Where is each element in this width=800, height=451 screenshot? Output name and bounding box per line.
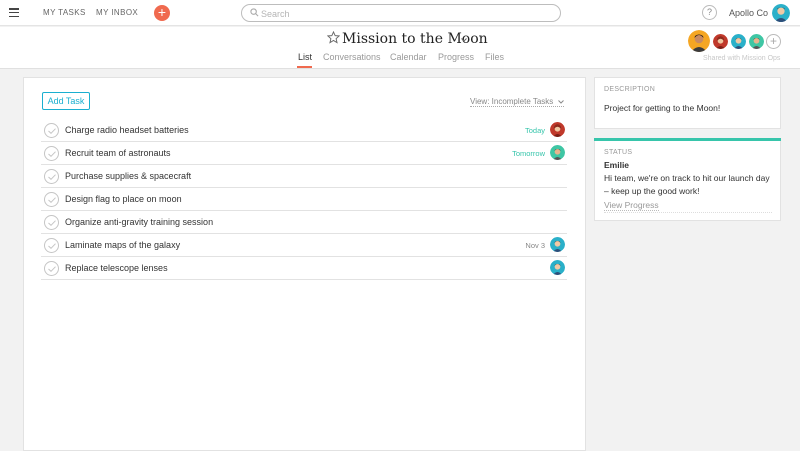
chevron-down-icon[interactable] bbox=[461, 38, 467, 42]
chevron-down-icon bbox=[557, 100, 564, 104]
member-avatar[interactable] bbox=[713, 34, 728, 49]
task-row[interactable]: Purchase supplies & spacecraft bbox=[41, 165, 567, 188]
help-button[interactable]: ? bbox=[702, 5, 717, 20]
checkmark-icon bbox=[48, 266, 56, 272]
search-icon bbox=[250, 8, 259, 17]
description-card: DESCRIPTION Project for getting to the M… bbox=[594, 77, 781, 129]
complete-checkbox[interactable] bbox=[44, 215, 59, 230]
complete-checkbox[interactable] bbox=[44, 192, 59, 207]
task-name: Charge radio headset batteries bbox=[65, 125, 189, 135]
top-bar: MY TASKS MY INBOX + ? Apollo Co bbox=[0, 0, 800, 26]
active-tab-indicator bbox=[297, 66, 312, 68]
checkmark-icon bbox=[48, 174, 56, 180]
assignee-avatar[interactable] bbox=[550, 145, 565, 160]
description-label: DESCRIPTION bbox=[604, 86, 656, 93]
quick-add-button[interactable]: + bbox=[154, 5, 170, 21]
task-due-date: Today bbox=[524, 126, 545, 135]
checkmark-icon bbox=[48, 151, 56, 157]
task-due-date: Tomorrow bbox=[512, 149, 545, 158]
tab-progress[interactable]: Progress bbox=[438, 52, 474, 62]
shared-with-note: Shared with Mission Ops bbox=[703, 55, 781, 62]
star-icon[interactable] bbox=[327, 31, 340, 44]
assignee-avatar[interactable] bbox=[550, 122, 565, 137]
assignee-avatar[interactable] bbox=[550, 260, 565, 275]
tab-conversations[interactable]: Conversations bbox=[323, 52, 381, 62]
search-bar[interactable] bbox=[241, 4, 561, 22]
status-color-bar bbox=[594, 138, 781, 141]
view-filter-label: View: Incomplete Tasks bbox=[470, 97, 554, 106]
project-header: Mission to the Moon List Conversations C… bbox=[0, 27, 800, 69]
checkmark-icon bbox=[48, 197, 56, 203]
tab-files[interactable]: Files bbox=[485, 52, 504, 62]
task-name: Laminate maps of the galaxy bbox=[65, 240, 181, 250]
divider bbox=[604, 212, 772, 213]
task-name: Organize anti-gravity training session bbox=[65, 217, 214, 227]
status-card: STATUS Emilie Hi team, we're on track to… bbox=[594, 138, 781, 221]
complete-checkbox[interactable] bbox=[44, 238, 59, 253]
task-list: Charge radio headset batteries Today Rec… bbox=[41, 119, 567, 280]
description-text[interactable]: Project for getting to the Moon! bbox=[604, 103, 720, 113]
user-avatar[interactable] bbox=[772, 4, 790, 22]
view-progress-link[interactable]: View Progress bbox=[604, 200, 659, 211]
status-text: Hi team, we're on track to hit our launc… bbox=[604, 173, 770, 196]
complete-checkbox[interactable] bbox=[44, 169, 59, 184]
tab-calendar[interactable]: Calendar bbox=[390, 52, 427, 62]
checkmark-icon bbox=[48, 220, 56, 226]
status-label: STATUS bbox=[604, 149, 633, 156]
assignee-avatar[interactable] bbox=[550, 237, 565, 252]
view-filter-dropdown[interactable]: View: Incomplete Tasks bbox=[470, 97, 564, 107]
task-row[interactable]: Recruit team of astronauts Tomorrow bbox=[41, 142, 567, 165]
member-avatar[interactable] bbox=[688, 30, 710, 52]
task-due-date: Nov 3 bbox=[525, 241, 545, 250]
organization-name[interactable]: Apollo Co bbox=[729, 8, 768, 18]
checkmark-icon bbox=[48, 128, 56, 134]
add-task-button[interactable]: Add Task bbox=[42, 92, 90, 110]
tab-list[interactable]: List bbox=[298, 52, 312, 62]
task-row[interactable]: Replace telescope lenses bbox=[41, 257, 567, 280]
task-name: Replace telescope lenses bbox=[65, 263, 168, 273]
complete-checkbox[interactable] bbox=[44, 261, 59, 276]
member-avatar[interactable] bbox=[749, 34, 764, 49]
member-avatar[interactable] bbox=[731, 34, 746, 49]
status-author: Emilie bbox=[604, 160, 630, 170]
my-inbox-link[interactable]: MY INBOX bbox=[96, 8, 138, 17]
task-row[interactable]: Charge radio headset batteries Today bbox=[41, 119, 567, 142]
menu-icon[interactable] bbox=[9, 8, 19, 18]
task-list-panel: Add Task View: Incomplete Tasks Charge r… bbox=[23, 77, 586, 451]
task-name: Purchase supplies & spacecraft bbox=[65, 171, 192, 181]
complete-checkbox[interactable] bbox=[44, 123, 59, 138]
add-member-button[interactable]: + bbox=[766, 34, 781, 49]
task-row[interactable]: Design flag to place on moon bbox=[41, 188, 567, 211]
task-name: Design flag to place on moon bbox=[65, 194, 182, 204]
complete-checkbox[interactable] bbox=[44, 146, 59, 161]
task-row[interactable]: Organize anti-gravity training session bbox=[41, 211, 567, 234]
task-name: Recruit team of astronauts bbox=[65, 148, 171, 158]
search-input[interactable] bbox=[261, 7, 551, 20]
task-row[interactable]: Laminate maps of the galaxy Nov 3 bbox=[41, 234, 567, 257]
my-tasks-link[interactable]: MY TASKS bbox=[43, 8, 86, 17]
checkmark-icon bbox=[48, 243, 56, 249]
